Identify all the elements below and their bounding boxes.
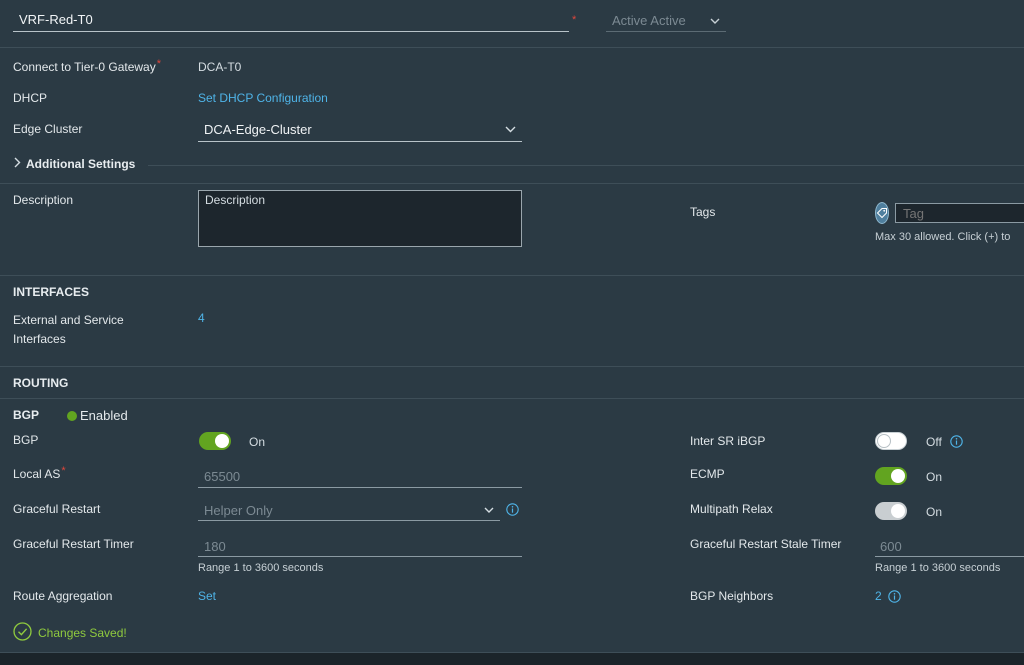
tag-icon[interactable] xyxy=(875,202,889,224)
ecmp-toggle[interactable] xyxy=(875,467,907,485)
gr-timer-hint: Range 1 to 3600 seconds xyxy=(198,562,324,574)
description-textarea[interactable] xyxy=(198,190,522,247)
chevron-down-icon xyxy=(710,18,720,24)
additional-settings-label: Additional Settings xyxy=(26,157,136,171)
bgp-neighbors-label: BGP Neighbors xyxy=(690,589,774,603)
chevron-down-icon xyxy=(484,507,494,513)
chevron-down-icon xyxy=(505,126,516,133)
bgp-label: BGP xyxy=(13,433,39,447)
tags-hint: Max 30 allowed. Click (+) to xyxy=(875,231,1011,243)
stale-timer-label: Graceful Restart Stale Timer xyxy=(690,537,842,551)
info-icon[interactable] xyxy=(506,503,519,516)
description-label: Description xyxy=(13,193,74,207)
graceful-restart-value: Helper Only xyxy=(204,502,273,518)
route-aggregation-label: Route Aggregation xyxy=(13,589,113,603)
status-dot xyxy=(67,411,77,421)
interfaces-count-link[interactable]: 4 xyxy=(198,311,205,325)
connect-tier0-value: DCA-T0 xyxy=(198,60,242,74)
ecmp-state: On xyxy=(926,470,943,484)
tag-field xyxy=(875,202,1024,224)
footer-bar xyxy=(0,652,1024,665)
edge-cluster-value: DCA-Edge-Cluster xyxy=(204,122,312,137)
inter-sr-ibgp-state: Off xyxy=(926,435,942,449)
inter-sr-ibgp-toggle[interactable] xyxy=(875,432,907,450)
multipath-relax-state: On xyxy=(926,505,943,519)
route-aggregation-set-link[interactable]: Set xyxy=(198,589,216,603)
edge-cluster-label: Edge Cluster xyxy=(13,122,83,136)
required-asterisk: * xyxy=(572,14,577,26)
bgp-toggle-state: On xyxy=(249,435,266,449)
ha-mode-value: Active Active xyxy=(612,13,686,28)
stale-timer-value[interactable]: 600 xyxy=(880,539,902,554)
check-circle-icon xyxy=(13,622,32,644)
multipath-relax-toggle[interactable] xyxy=(875,502,907,520)
routing-section-title: ROUTING xyxy=(13,376,69,390)
external-service-interfaces-label: External and Service Interfaces xyxy=(13,313,124,346)
inter-sr-ibgp-label: Inter SR iBGP xyxy=(690,434,766,448)
gateway-name-input[interactable] xyxy=(13,8,569,32)
ecmp-label: ECMP xyxy=(690,467,725,481)
ha-mode-select[interactable]: Active Active xyxy=(606,10,726,32)
local-as-value[interactable]: 65500 xyxy=(204,469,240,484)
bgp-toggle[interactable] xyxy=(199,432,231,450)
interfaces-section-title: INTERFACES xyxy=(13,285,90,299)
changes-saved-status: Changes Saved! xyxy=(13,622,127,644)
tag-input[interactable] xyxy=(895,203,1024,223)
chevron-right-icon xyxy=(14,157,21,171)
changes-saved-text: Changes Saved! xyxy=(38,626,127,640)
gr-timer-label: Graceful Restart Timer xyxy=(13,537,134,551)
info-icon[interactable] xyxy=(950,435,963,448)
dhcp-label: DHCP xyxy=(13,91,48,105)
graceful-restart-select[interactable]: Helper Only xyxy=(198,500,500,521)
connect-tier0-label: Connect to Tier-0 Gateway* xyxy=(13,58,162,74)
stale-timer-hint: Range 1 to 3600 seconds xyxy=(875,562,1001,574)
multipath-relax-label: Multipath Relax xyxy=(690,502,773,516)
local-as-label: Local AS* xyxy=(13,465,66,481)
set-dhcp-link[interactable]: Set DHCP Configuration xyxy=(198,91,328,105)
bgp-header-label: BGP xyxy=(13,408,40,422)
graceful-restart-label: Graceful Restart xyxy=(13,502,101,516)
additional-settings-toggle[interactable]: Additional Settings xyxy=(14,157,135,171)
gr-timer-value[interactable]: 180 xyxy=(204,539,226,554)
tags-label: Tags xyxy=(690,205,716,219)
bgp-neighbors-count-link[interactable]: 2 xyxy=(875,589,882,603)
edge-cluster-select[interactable]: DCA-Edge-Cluster xyxy=(198,118,522,142)
bgp-status: Enabled xyxy=(67,408,128,423)
info-icon[interactable] xyxy=(888,590,901,603)
